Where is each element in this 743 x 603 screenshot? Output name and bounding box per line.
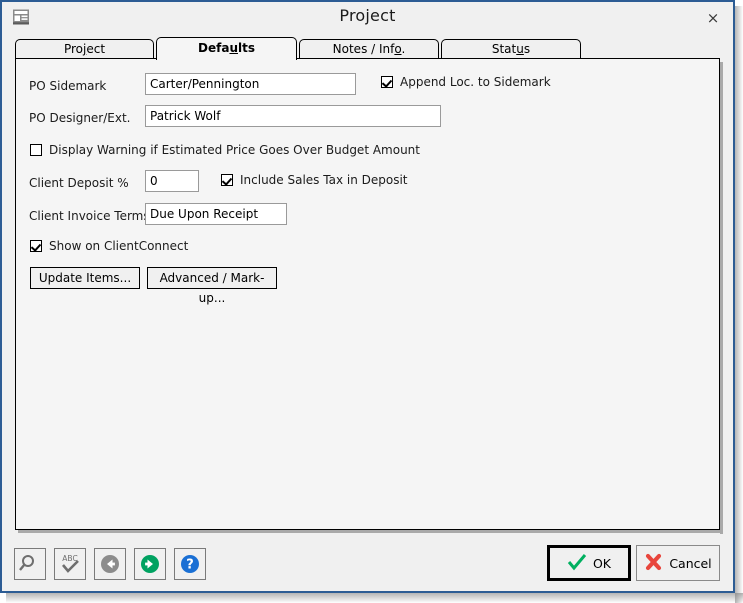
back-arrow-icon [95, 549, 125, 579]
show-on-clientconnect-checkbox[interactable]: Show on ClientConnect [30, 239, 188, 253]
append-loc-checkbox[interactable]: Append Loc. to Sidemark [381, 75, 551, 89]
defaults-panel: PO Sidemark Append Loc. to Sidemark PO D… [15, 58, 720, 530]
spellcheck-button[interactable]: ABC [54, 548, 86, 580]
help-icon: ? [175, 549, 205, 579]
tab-status-label: Status [491, 42, 531, 56]
po-designer-input[interactable] [145, 105, 441, 127]
tab-bar: Project Defaults Notes / Info. Status [15, 37, 721, 60]
ok-button[interactable]: OK [547, 545, 631, 581]
po-sidemark-label: PO Sidemark [29, 79, 107, 93]
include-sales-tax-checkbox-label: Include Sales Tax in Deposit [240, 173, 408, 187]
panel-shadow-right [720, 62, 723, 534]
client-deposit-label: Client Deposit % [29, 176, 129, 190]
append-loc-checkbox-box [381, 76, 393, 88]
po-sidemark-input[interactable] [145, 73, 356, 95]
search-button[interactable] [14, 548, 46, 580]
tab-notes-info[interactable]: Notes / Info. [299, 39, 439, 59]
window-title: Project [339, 6, 396, 25]
tab-notes-info-label: Notes / Info. [332, 42, 406, 56]
tab-defaults-label: Defaults [198, 41, 255, 55]
forward-arrow-icon [135, 549, 165, 579]
tab-project[interactable]: Project [15, 39, 154, 59]
back-button[interactable] [94, 548, 126, 580]
check-icon [567, 553, 587, 574]
advanced-markup-button[interactable]: Advanced / Mark-up... [147, 267, 277, 305]
title-bar: Project × [2, 2, 733, 32]
svg-text:?: ? [186, 558, 194, 573]
help-button[interactable]: ? [174, 548, 206, 580]
search-icon [15, 549, 45, 579]
cancel-button[interactable]: Cancel [636, 545, 720, 581]
x-icon [644, 553, 663, 574]
window-shadow-bottom [6, 593, 743, 603]
client-invoice-terms-input[interactable] [145, 203, 287, 225]
client-invoice-terms-label: Client Invoice Terms [29, 209, 150, 223]
display-warning-checkbox-label: Display Warning if Estimated Price Goes … [49, 143, 420, 157]
append-loc-checkbox-label: Append Loc. to Sidemark [400, 75, 551, 89]
cancel-button-label: Cancel [669, 555, 712, 571]
svg-text:ABC: ABC [62, 554, 77, 563]
forward-button[interactable] [134, 548, 166, 580]
display-warning-checkbox[interactable]: Display Warning if Estimated Price Goes … [30, 143, 420, 157]
bottom-toolbar: ABC ? OK Cancel [2, 539, 733, 591]
po-designer-label: PO Designer/Ext. [29, 111, 131, 125]
panel-shadow-bottom [18, 530, 723, 533]
close-icon[interactable]: × [701, 7, 725, 29]
tab-project-label: Project [63, 42, 106, 56]
dialog-window: Project × Project Defaults Notes / Info.… [0, 0, 735, 593]
display-warning-checkbox-box [30, 144, 42, 156]
include-sales-tax-checkbox[interactable]: Include Sales Tax in Deposit [221, 173, 408, 187]
client-deposit-input[interactable] [145, 170, 199, 192]
ok-button-label: OK [592, 555, 612, 571]
tab-defaults[interactable]: Defaults [156, 37, 297, 60]
show-on-clientconnect-checkbox-label: Show on ClientConnect [49, 239, 189, 253]
include-sales-tax-checkbox-box [221, 174, 233, 186]
show-on-clientconnect-checkbox-box [30, 240, 42, 252]
window-shadow-right [735, 6, 743, 603]
tab-status[interactable]: Status [441, 39, 581, 59]
spellcheck-icon: ABC [55, 549, 85, 579]
update-items-button[interactable]: Update Items... [30, 267, 140, 289]
